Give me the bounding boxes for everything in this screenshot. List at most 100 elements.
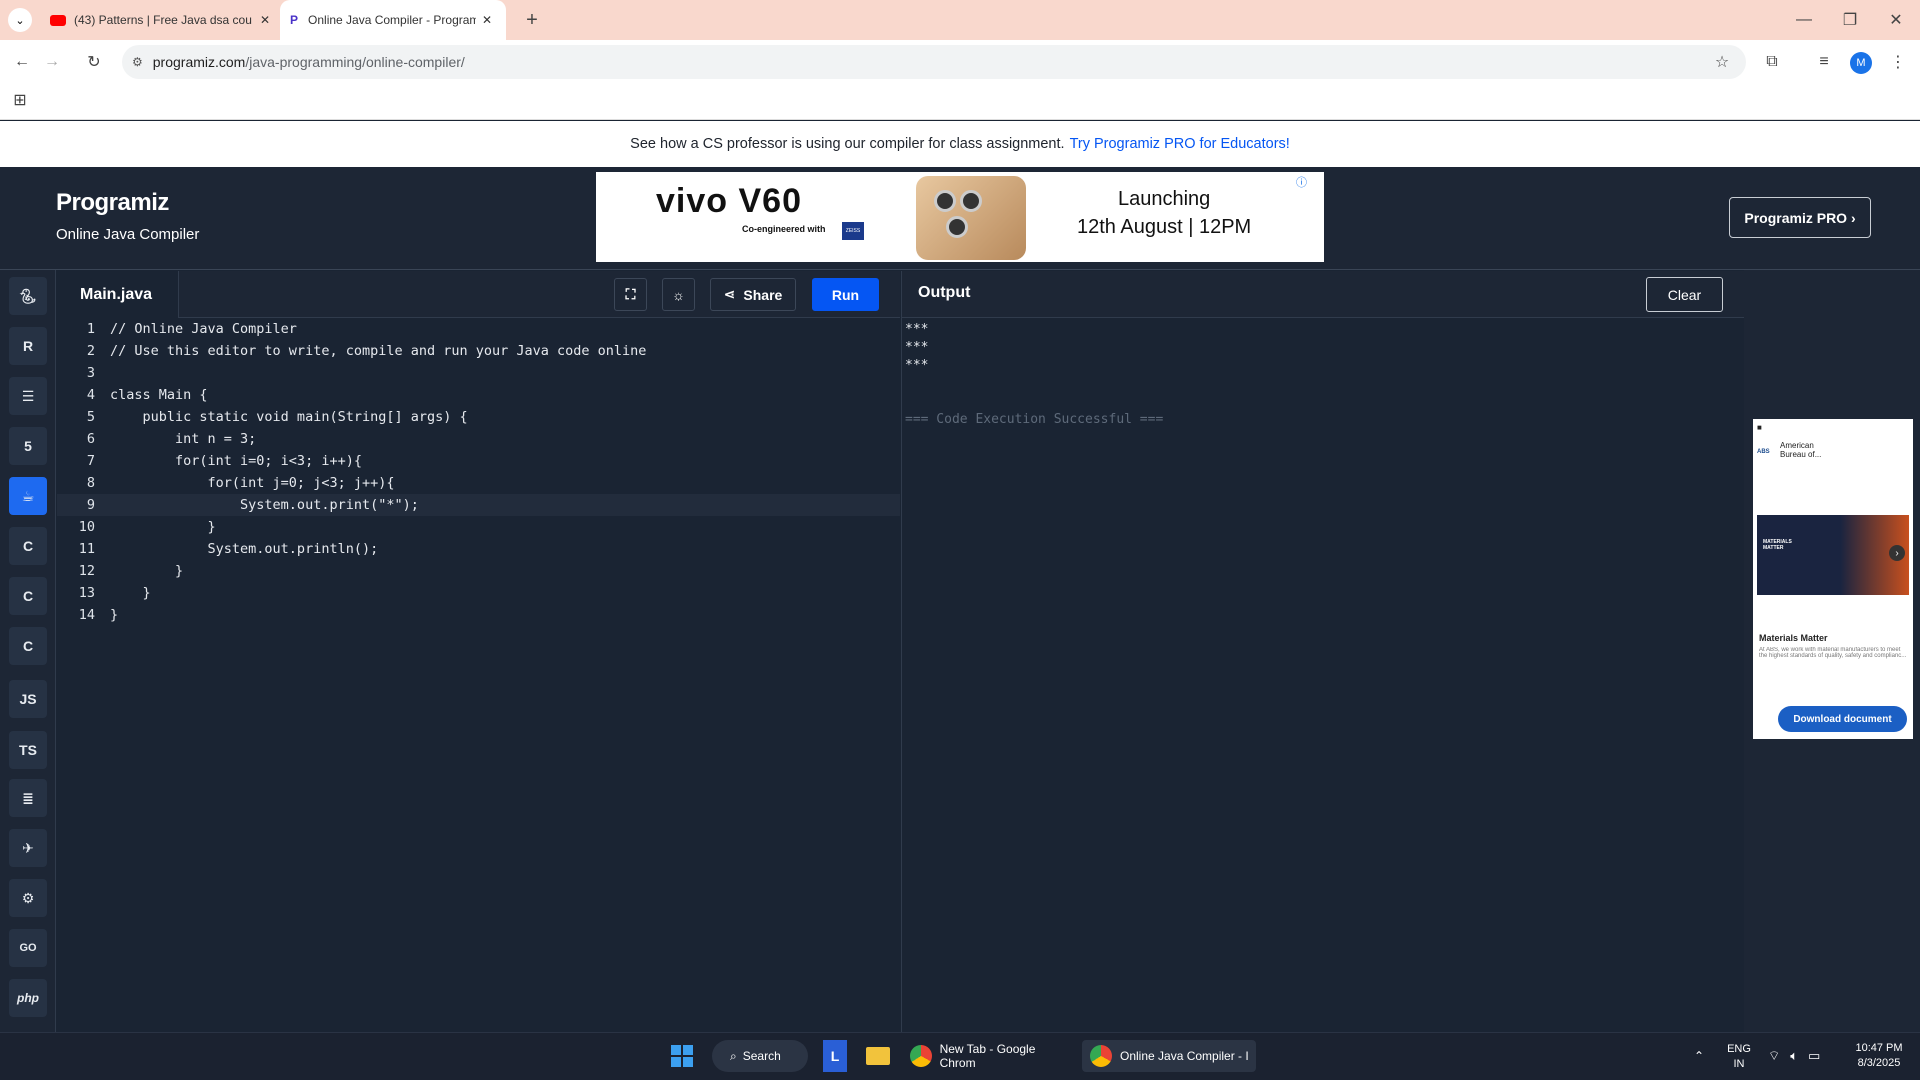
system-tray[interactable]: ⌔ 🔈︎ ▭: [1768, 1040, 1842, 1072]
code-line[interactable]: 1 // Online Java Compiler: [57, 318, 900, 340]
csharp-icon[interactable]: C: [9, 627, 47, 665]
taskbar-app-java-compiler[interactable]: Online Java Compiler - I: [1082, 1040, 1256, 1072]
clock[interactable]: 10:47 PM 8/3/2025: [1848, 1041, 1910, 1071]
apps-button[interactable]: ⊞: [8, 88, 32, 112]
more-vertical-icon: ⋮: [1890, 54, 1906, 71]
windows-start-icon[interactable]: [671, 1045, 693, 1067]
sun-icon: ☼: [672, 286, 685, 303]
python-icon[interactable]: 🐍︎: [9, 277, 47, 315]
taskbar-app-label: Online Java Compiler - I: [1120, 1049, 1249, 1063]
code-line[interactable]: 13 }: [57, 582, 900, 604]
r-icon[interactable]: R: [9, 327, 47, 365]
share-button[interactable]: ⋖ Share: [710, 278, 796, 311]
media-controls-button[interactable]: ≡: [1812, 50, 1836, 74]
file-tab-main-java[interactable]: Main.java: [57, 271, 179, 318]
code-line[interactable]: 2 // Use this editor to write, compile an…: [57, 340, 900, 362]
fullscreen-button[interactable]: ⛶: [614, 278, 647, 311]
line-number: 1: [86, 321, 95, 337]
programiz-pro-button[interactable]: Programiz PRO ›: [1729, 197, 1871, 238]
star-icon: ☆: [1714, 54, 1730, 71]
php-icon[interactable]: php: [9, 979, 47, 1017]
programiz-logo[interactable]: Programiz: [56, 189, 169, 217]
code-line[interactable]: 3: [57, 362, 900, 384]
browser-menu-button[interactable]: ⋮: [1886, 50, 1910, 74]
programiz-icon: P: [290, 13, 299, 27]
browser-tab-youtube[interactable]: (43) Patterns | Free Java dsa cou ✕: [40, 0, 276, 40]
chevron-right-icon[interactable]: ›: [1889, 545, 1905, 561]
code-line[interactable]: 12 }: [57, 560, 900, 582]
file-explorer-icon[interactable]: [865, 1040, 891, 1072]
code-line[interactable]: 9 System.out.print("*");: [57, 494, 900, 516]
ad-info-icon[interactable]: ⓘ: [1296, 174, 1307, 190]
line-number: 10: [78, 519, 95, 535]
code-text: }: [110, 563, 184, 579]
extensions-button[interactable]: ⧉: [1760, 50, 1784, 74]
close-tab-icon[interactable]: ✕: [482, 13, 492, 27]
code-line[interactable]: 10 }: [57, 516, 900, 538]
sql-database-icon[interactable]: ☰: [9, 377, 47, 415]
swift-icon[interactable]: ✈︎: [9, 829, 47, 867]
address-bar[interactable]: ⚙ programiz.com/java-programming/online-…: [122, 45, 1746, 79]
new-tab-button[interactable]: +: [520, 8, 544, 32]
code-line[interactable]: 7 for(int i=0; i<3; i++){: [57, 450, 900, 472]
html-icon[interactable]: 5: [9, 427, 47, 465]
rust-icon[interactable]: ⚙: [9, 879, 47, 917]
php-label: php: [17, 991, 39, 1005]
apps-grid-icon: ⊞: [13, 92, 27, 109]
ad-image-label: MATERIALS MATTER: [1763, 539, 1792, 551]
theme-toggle-button[interactable]: ☼: [662, 278, 695, 311]
promo-text: See how a CS professor is using our comp…: [630, 136, 1065, 152]
clear-button[interactable]: Clear: [1646, 277, 1723, 312]
code-line[interactable]: 11 System.out.println();: [57, 538, 900, 560]
lang-bottom: IN: [1733, 1058, 1745, 1070]
bookmark-star-button[interactable]: ☆: [1710, 50, 1734, 74]
search-icon: ⌕: [730, 1048, 737, 1063]
code-line[interactable]: 6 int n = 3;: [57, 428, 900, 450]
c-icon[interactable]: C: [9, 527, 47, 565]
minimize-button[interactable]: —: [1792, 8, 1816, 32]
ad-choices-icon[interactable]: ■: [1757, 423, 1762, 432]
run-button[interactable]: Run: [812, 278, 879, 311]
clock-date: 8/3/2025: [1857, 1057, 1901, 1069]
code-text: // Use this editor to write, compile and…: [110, 343, 647, 359]
chevron-down-icon: ⌄: [15, 14, 25, 27]
java-icon[interactable]: ☕︎: [9, 477, 47, 515]
code-line[interactable]: 5 public static void main(String[] args)…: [57, 406, 900, 428]
line-number: 13: [78, 585, 95, 601]
cpp-icon[interactable]: C: [9, 577, 47, 615]
ad-headline: Launching: [1118, 188, 1211, 210]
close-tab-icon[interactable]: ✕: [260, 13, 270, 27]
forward-button[interactable]: →: [40, 50, 64, 74]
golang-stack-icon[interactable]: ≣: [9, 779, 47, 817]
download-document-button[interactable]: Download document: [1778, 706, 1907, 732]
promo-link[interactable]: Try Programiz PRO for Educators!: [1070, 136, 1290, 152]
tab-search-button[interactable]: ⌄: [8, 8, 32, 32]
site-info-icon[interactable]: ⚙: [132, 55, 143, 69]
typescript-icon[interactable]: TS: [9, 731, 47, 769]
code-line[interactable]: 4 class Main {: [57, 384, 900, 406]
taskbar-search[interactable]: ⌕ Search: [712, 1040, 808, 1072]
arrow-right-icon: →: [44, 53, 60, 70]
code-line[interactable]: 8 for(int j=0; j<3; j++){: [57, 472, 900, 494]
go-icon[interactable]: GO: [9, 929, 47, 967]
fullscreen-icon: ⛶: [625, 286, 636, 302]
browser-tab-programiz[interactable]: P Online Java Compiler - Program ✕: [280, 0, 506, 40]
reload-button[interactable]: ↻: [82, 50, 106, 74]
close-window-button[interactable]: ✕: [1884, 8, 1908, 32]
banner-ad[interactable]: vivo V60 Co-engineered with ZEISS Launch…: [596, 172, 1324, 262]
chevron-up-icon[interactable]: ⌃: [1694, 1040, 1710, 1072]
bookmarks-bar: [0, 82, 1920, 120]
code-text: int n = 3;: [110, 431, 257, 447]
language-indicator[interactable]: ENG IN: [1726, 1042, 1752, 1072]
javascript-icon[interactable]: JS: [9, 680, 47, 718]
share-icon: ⋖: [723, 286, 736, 302]
side-ad[interactable]: ■ ABS American Bureau of... MATERIALS MA…: [1753, 419, 1913, 739]
taskbar-app-new-tab[interactable]: New Tab - Google Chrom: [910, 1040, 1072, 1072]
code-editor[interactable]: 1 // Online Java Compiler 2 // Use this edi…: [57, 318, 900, 1032]
lens-app-icon[interactable]: L: [823, 1040, 847, 1072]
lang-top: ENG: [1727, 1043, 1751, 1055]
profile-avatar[interactable]: M: [1850, 52, 1872, 74]
back-button[interactable]: ←: [10, 50, 34, 74]
restore-button[interactable]: ❐: [1838, 8, 1862, 32]
code-line[interactable]: 14}: [57, 604, 900, 626]
